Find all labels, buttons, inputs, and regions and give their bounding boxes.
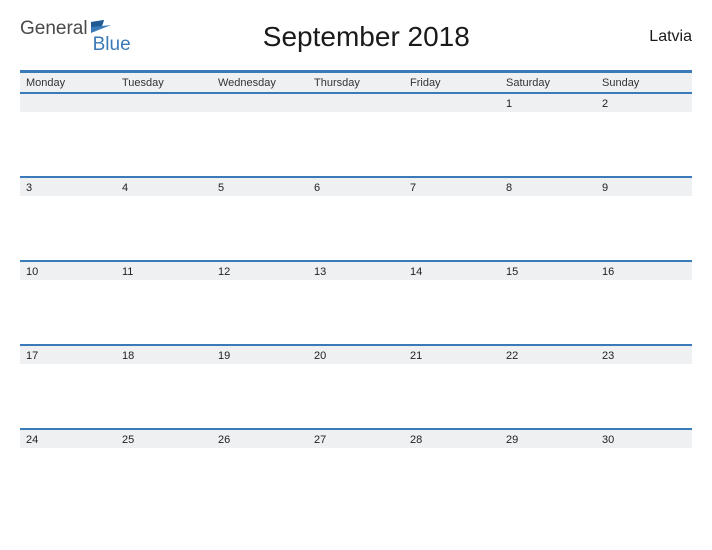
day-cell: 3 <box>20 178 116 196</box>
dow-fri: Friday <box>404 73 500 92</box>
day-cell: 23 <box>596 346 692 364</box>
day-cell: 7 <box>404 178 500 196</box>
day-cell: 26 <box>212 430 308 448</box>
week-4: 17 18 19 20 21 22 23 <box>20 346 692 428</box>
dow-wed: Wednesday <box>212 73 308 92</box>
brand-logo: General Blue <box>20 18 131 56</box>
week-5: 24 25 26 27 28 29 30 <box>20 430 692 512</box>
day-cell: 1 <box>500 94 596 112</box>
region-label: Latvia <box>602 28 692 46</box>
day-cell: 28 <box>404 430 500 448</box>
day-cell <box>404 94 500 112</box>
brand-word-1: General <box>20 18 88 40</box>
day-cell: 2 <box>596 94 692 112</box>
brand-word-2: Blue <box>93 34 131 56</box>
day-cell: 29 <box>500 430 596 448</box>
week-2: 3 4 5 6 7 8 9 <box>20 178 692 260</box>
header: General Blue September 2018 Latvia <box>20 10 692 70</box>
day-cell: 10 <box>20 262 116 280</box>
day-cell: 9 <box>596 178 692 196</box>
day-cell: 16 <box>596 262 692 280</box>
day-cell <box>116 94 212 112</box>
day-cell: 6 <box>308 178 404 196</box>
day-cell <box>20 94 116 112</box>
dow-tue: Tuesday <box>116 73 212 92</box>
calendar: Monday Tuesday Wednesday Thursday Friday… <box>20 70 692 512</box>
day-cell: 19 <box>212 346 308 364</box>
day-cell: 27 <box>308 430 404 448</box>
day-cell: 24 <box>20 430 116 448</box>
day-cell: 22 <box>500 346 596 364</box>
day-cell: 12 <box>212 262 308 280</box>
day-cell: 21 <box>404 346 500 364</box>
dow-thu: Thursday <box>308 73 404 92</box>
page-title: September 2018 <box>131 21 602 53</box>
day-cell: 8 <box>500 178 596 196</box>
day-cell: 20 <box>308 346 404 364</box>
day-cell <box>308 94 404 112</box>
day-of-week-row: Monday Tuesday Wednesday Thursday Friday… <box>20 73 692 94</box>
day-cell: 14 <box>404 262 500 280</box>
day-cell: 17 <box>20 346 116 364</box>
dow-mon: Monday <box>20 73 116 92</box>
dow-sat: Saturday <box>500 73 596 92</box>
day-cell: 25 <box>116 430 212 448</box>
day-cell: 30 <box>596 430 692 448</box>
day-cell: 4 <box>116 178 212 196</box>
day-cell: 5 <box>212 178 308 196</box>
day-cell <box>212 94 308 112</box>
day-cell: 11 <box>116 262 212 280</box>
day-cell: 15 <box>500 262 596 280</box>
week-1: 1 2 <box>20 94 692 176</box>
day-cell: 13 <box>308 262 404 280</box>
dow-sun: Sunday <box>596 73 692 92</box>
week-3: 10 11 12 13 14 15 16 <box>20 262 692 344</box>
day-cell: 18 <box>116 346 212 364</box>
